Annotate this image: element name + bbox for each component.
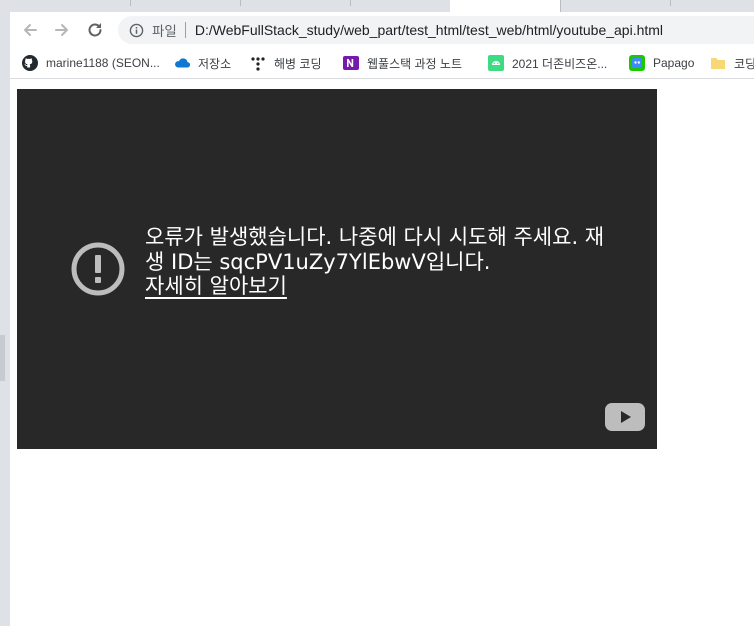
bookmarks-bar: marine1188 (SEON... 저장소 해병 코딩 웹풀스택 과정 노트… (10, 48, 754, 79)
bookmark-label: Papago (653, 56, 695, 70)
browser-tab[interactable] (10, 0, 131, 6)
site-info-icon[interactable] (128, 22, 144, 38)
browser-toolbar: 파일 D:/WebFullStack_study/web_part/test_h… (10, 12, 754, 48)
bookmark-label: 2021 더존비즈온... (512, 56, 608, 71)
bookmark-label: 저장소 (198, 56, 232, 71)
tab-strip (0, 0, 754, 12)
back-button[interactable] (18, 18, 42, 42)
browser-tab[interactable] (560, 0, 671, 6)
cloud-icon (174, 55, 190, 71)
error-message: 오류가 발생했습니다. 나중에 다시 시도해 주세요. 재생 ID는 sqcPV… (145, 225, 605, 274)
bookmark-onenote[interactable]: 웹풀스택 과정 노트 (343, 53, 462, 73)
papago-icon (629, 55, 645, 71)
onenote-icon (343, 55, 359, 71)
url-text[interactable]: D:/WebFullStack_study/web_part/test_html… (195, 22, 663, 38)
browser-tab[interactable] (130, 0, 241, 6)
window-left-edge (0, 0, 10, 626)
browser-tab[interactable] (240, 0, 351, 6)
bookmark-coding[interactable]: 해병 코딩 (250, 53, 322, 73)
reload-button[interactable] (83, 18, 107, 42)
address-bar[interactable]: 파일 D:/WebFullStack_study/web_part/test_h… (118, 16, 754, 44)
youtube-player[interactable]: 오류가 발생했습니다. 나중에 다시 시도해 주세요. 재생 ID는 sqcPV… (17, 89, 657, 449)
browser-tab[interactable] (350, 0, 451, 6)
bookmark-douzone[interactable]: 2021 더존비즈온... (488, 53, 607, 73)
folder-icon (710, 55, 726, 71)
bookmark-onedrive[interactable]: 저장소 (174, 53, 231, 73)
bookmark-github[interactable]: marine1188 (SEON... (22, 53, 160, 73)
resize-handle[interactable] (0, 335, 5, 381)
youtube-logo-icon[interactable] (605, 403, 645, 431)
omnibox-divider (184, 22, 186, 38)
bookmark-label: 해병 코딩 (274, 56, 322, 71)
reload-icon (88, 23, 102, 37)
browser-tab-active[interactable] (450, 0, 561, 12)
forward-arrow-icon (55, 24, 68, 36)
github-icon (22, 55, 38, 71)
error-alert-icon (71, 242, 125, 296)
dots-tree-icon (250, 55, 266, 71)
browser-tab[interactable] (670, 0, 754, 6)
back-arrow-icon (24, 24, 37, 36)
bookmark-label: marine1188 (SEON... (46, 56, 160, 70)
forward-button[interactable] (50, 18, 74, 42)
bookmark-folder-coding[interactable]: 코딩 (710, 53, 754, 73)
android-icon (488, 55, 504, 71)
learn-more-link[interactable]: 자세히 알아보기 (145, 274, 287, 299)
bookmark-label: 웹풀스택 과정 노트 (367, 56, 462, 71)
url-scheme-label: 파일 (152, 24, 177, 39)
bookmark-papago[interactable]: Papago (629, 53, 694, 73)
bookmark-label: 코딩 (734, 56, 754, 71)
